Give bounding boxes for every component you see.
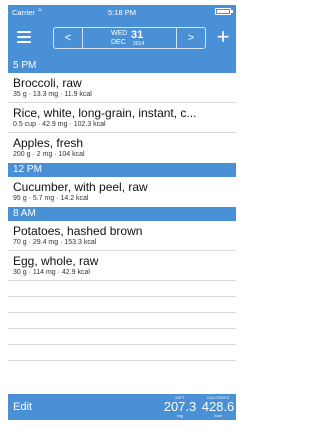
food-log-list: 5 PM Broccoli, raw 35 g · 13.3 mg · 11.9… [8,59,236,361]
navigation-bar: < WED 31 DEC 2014 > + [8,19,236,59]
food-detail: 70 g · 29.4 mg · 153.3 kcal [13,239,97,246]
date-display[interactable]: WED 31 DEC 2014 [83,27,176,49]
bottom-toolbar: Edit MET 207.3 mg CALORIES 428.6 kcal [8,394,236,420]
section-header: 12 PM [8,163,236,177]
list-item[interactable]: Apples, fresh 200 g · 2 mg · 104 kcal [8,133,236,163]
calories-value: 428.6 [201,399,235,414]
food-name: Potatoes, hashed brown [13,224,143,238]
battery-icon [215,8,233,15]
menu-icon[interactable] [17,31,31,43]
date-day: 31 [131,29,144,41]
calories-total: CALORIES 428.6 kcal [200,395,236,418]
food-detail: 35 g · 13.3 mg · 11.9 kcal [13,91,92,98]
list-item[interactable]: Potatoes, hashed brown 70 g · 29.4 mg · … [8,221,236,251]
empty-row [8,313,236,329]
empty-row [8,281,236,297]
food-name: Rice, white, long-grain, instant, c... [13,106,197,120]
food-detail: 95 g · 5.7 mg · 14.2 kcal [13,195,89,202]
next-day-button[interactable]: > [176,27,206,49]
status-time: 5:18 PM [108,8,136,17]
list-item[interactable]: Broccoli, raw 35 g · 13.3 mg · 11.9 kcal [8,73,236,103]
status-bar: Carrier ≈ 5:18 PM [8,5,236,19]
food-name: Cucumber, with peel, raw [13,180,148,194]
met-value: 207.3 [163,399,197,414]
date-year: 2014 [133,41,145,47]
food-detail: 0.5 cup · 42.9 mg · 102.3 kcal [13,121,106,128]
add-icon[interactable]: + [213,26,233,48]
list-item[interactable]: Egg, whole, raw 30 g · 114 mg · 42.9 kca… [8,251,236,281]
date-month: DEC [111,39,126,46]
edit-button[interactable]: Edit [13,401,32,413]
food-detail: 30 g · 114 mg · 42.9 kcal [13,269,90,276]
food-name: Egg, whole, raw [13,254,99,268]
empty-row [8,329,236,345]
food-name: Broccoli, raw [13,76,82,90]
section-header: 8 AM [8,207,236,221]
date-weekday: WED [111,30,128,37]
list-item[interactable]: Rice, white, long-grain, instant, c... 0… [8,103,236,133]
empty-row [8,297,236,313]
met-total: MET 207.3 mg [160,395,200,418]
food-detail: 200 g · 2 mg · 104 kcal [13,151,85,158]
food-name: Apples, fresh [13,136,84,150]
section-header: 5 PM [8,59,236,73]
previous-day-button[interactable]: < [53,27,83,49]
empty-row [8,345,236,361]
app-screen: Carrier ≈ 5:18 PM < WED 31 DEC 2014 > + … [8,5,236,420]
list-item[interactable]: Cucumber, with peel, raw 95 g · 5.7 mg ·… [8,177,236,207]
